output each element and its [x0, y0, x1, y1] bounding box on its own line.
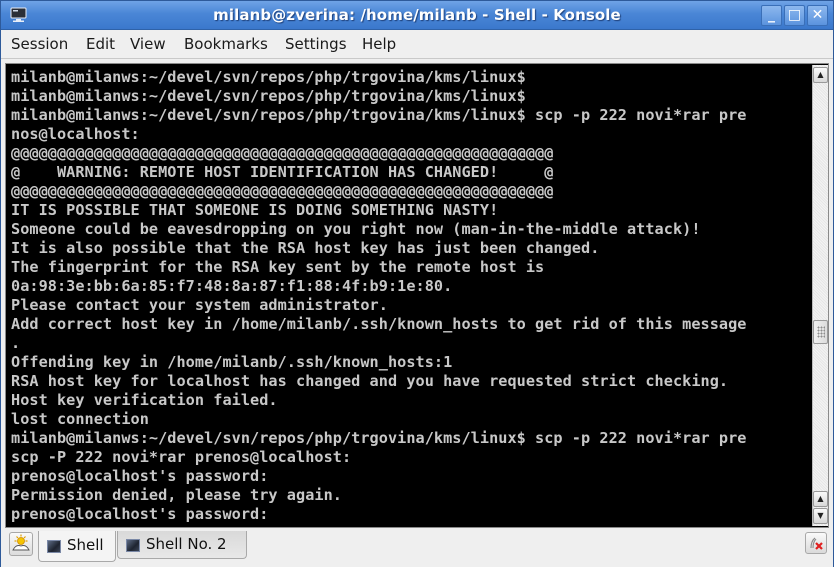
menu-edit[interactable]: Edit — [86, 35, 115, 53]
menu-view[interactable]: View — [130, 35, 166, 53]
close-button[interactable]: ✕ — [807, 5, 828, 26]
new-session-button[interactable] — [9, 532, 33, 556]
terminal-line: . — [11, 334, 21, 352]
terminal-line: @ WARNING: REMOTE HOST IDENTIFICATION HA… — [11, 163, 554, 181]
vertical-scrollbar[interactable]: ▲ ▲ ▼ — [812, 65, 828, 526]
tab-label: Shell — [67, 536, 104, 554]
arrow-up-icon: ▲ — [817, 70, 824, 79]
tab-label: Shell No. 2 — [146, 535, 227, 553]
terminal-icon — [47, 540, 61, 553]
terminal-line: It is also possible that the RSA host ke… — [11, 239, 600, 257]
terminal-line: IT IS POSSIBLE THAT SOMEONE IS DOING SOM… — [11, 201, 499, 219]
terminal-line: Host key verification failed. — [11, 391, 278, 409]
terminal-line: milanb@milanws:~/devel/svn/repos/php/trg… — [11, 68, 526, 86]
maximize-button[interactable]: □ — [784, 5, 805, 26]
minimize-icon: _ — [768, 7, 775, 23]
terminal-line: Please contact your system administrator… — [11, 296, 388, 314]
terminal-line: @@@@@@@@@@@@@@@@@@@@@@@@@@@@@@@@@@@@@@@@… — [11, 182, 554, 200]
terminal-line: scp -P 222 novi*rar prenos@localhost: — [11, 448, 352, 466]
terminal-line: Offending key in /home/milanb/.ssh/known… — [11, 353, 453, 371]
terminal-line: lost connection — [11, 410, 149, 428]
terminal-line: RSA host key for localhost has changed a… — [11, 372, 729, 390]
arrow-down-icon: ▼ — [817, 511, 824, 520]
maximize-icon: □ — [787, 7, 802, 23]
tab-shell-no-2[interactable]: Shell No. 2 — [117, 531, 247, 559]
terminal-line: milanb@milanws:~/devel/svn/repos/php/trg… — [11, 87, 526, 105]
terminal-icon — [126, 539, 140, 552]
terminal-line: 0a:98:3e:bb:6a:85:f7:48:8a:87:f1:88:4f:b… — [11, 277, 453, 295]
terminal-line: prenos@localhost's password: — [11, 467, 269, 485]
grip-icon — [817, 326, 825, 339]
terminal-line: The fingerprint for the RSA key sent by … — [11, 258, 545, 276]
close-icon: ✕ — [811, 7, 824, 23]
menu-settings[interactable]: Settings — [285, 35, 347, 53]
konsole-window: milanb@zverina: /home/milanb - Shell - K… — [0, 0, 834, 567]
window-title: milanb@zverina: /home/milanb - Shell - K… — [213, 6, 621, 24]
terminal-line: @@@@@@@@@@@@@@@@@@@@@@@@@@@@@@@@@@@@@@@@… — [11, 144, 554, 162]
title-bar[interactable]: milanb@zverina: /home/milanb - Shell - K… — [1, 1, 833, 30]
terminal-line: Add correct host key in /home/milanb/.ss… — [11, 315, 747, 333]
terminal-line: milanb@milanws:~/devel/svn/repos/php/trg… — [11, 106, 747, 124]
menu-bookmarks[interactable]: Bookmarks — [184, 35, 268, 53]
session-tab-bar: Shell Shell No. 2 — [1, 529, 833, 567]
scroll-up-button-top[interactable]: ▲ — [813, 67, 828, 83]
close-session-icon — [810, 537, 823, 550]
minimize-button[interactable]: _ — [761, 5, 782, 26]
terminal-line: Someone could be eavesdropping on you ri… — [11, 220, 701, 238]
terminal-frame: milanb@milanws:~/devel/svn/repos/php/trg… — [5, 63, 829, 528]
scroll-up-button[interactable]: ▲ — [813, 491, 828, 507]
terminal-line: milanb@milanws:~/devel/svn/repos/php/trg… — [11, 429, 747, 447]
tab-shell[interactable]: Shell — [38, 531, 116, 562]
menu-bar: Session Edit View Bookmarks Settings Hel… — [1, 30, 833, 59]
scroll-down-button[interactable]: ▼ — [813, 508, 828, 524]
terminal-line: nos@localhost: — [11, 125, 140, 143]
new-session-icon — [12, 534, 30, 551]
arrow-up-icon: ▲ — [817, 494, 824, 503]
menu-session[interactable]: Session — [11, 35, 68, 53]
terminal-line: prenos@localhost's password: — [11, 505, 269, 523]
menu-help[interactable]: Help — [362, 35, 396, 53]
terminal-line: Permission denied, please try again. — [11, 486, 342, 504]
scrollbar-thumb[interactable] — [813, 320, 828, 345]
close-session-button[interactable] — [805, 532, 827, 554]
terminal-output[interactable]: milanb@milanws:~/devel/svn/repos/php/trg… — [7, 65, 811, 526]
